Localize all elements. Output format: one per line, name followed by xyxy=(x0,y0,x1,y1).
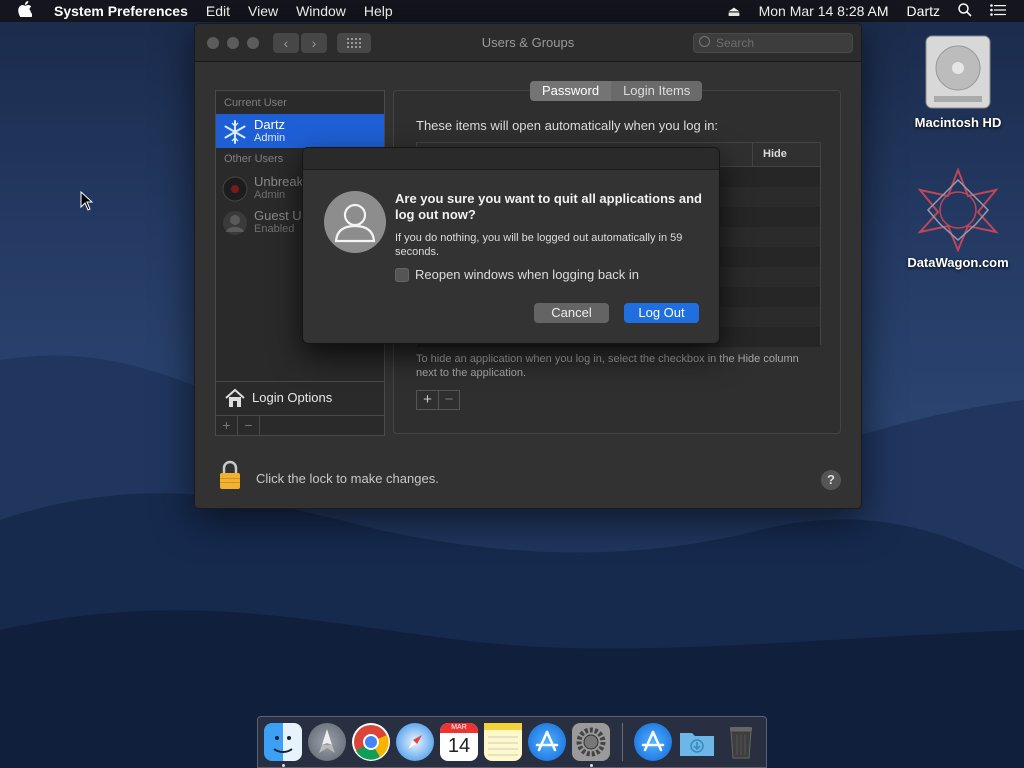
system-preferences-gear-icon[interactable] xyxy=(572,723,610,761)
tab-login-items[interactable]: Login Items xyxy=(611,81,703,101)
help-button[interactable]: ? xyxy=(821,470,841,490)
user-name: Guest U xyxy=(254,208,302,223)
desktop-icon-macintosh-hd[interactable]: Macintosh HD xyxy=(903,32,1013,130)
sidebar-bottom-bar: + − xyxy=(216,415,384,435)
checkbox-label: Reopen windows when logging back in xyxy=(415,267,640,282)
lock-message: Click the lock to make changes. xyxy=(256,471,439,486)
user-silhouette-icon xyxy=(324,191,386,253)
finder-icon[interactable] xyxy=(264,723,302,761)
menu-edit[interactable]: Edit xyxy=(206,3,230,19)
tab-bar: Password Login Items xyxy=(530,81,703,101)
login-options-label: Login Options xyxy=(252,390,333,405)
user-role: Enabled xyxy=(254,223,295,235)
star-polygon-icon xyxy=(917,167,999,253)
house-icon xyxy=(225,388,245,407)
user-name: Unbreak xyxy=(254,174,304,189)
current-user-header: Current User xyxy=(224,97,287,109)
menu-help[interactable]: Help xyxy=(364,3,393,19)
hard-drive-icon xyxy=(925,35,991,109)
dialog-question: Are you sure you want to quit all applic… xyxy=(395,191,702,222)
user-role: Admin xyxy=(254,189,286,201)
cancel-button[interactable]: Cancel xyxy=(534,303,609,323)
reopen-windows-checkbox[interactable]: Reopen windows when logging back in xyxy=(395,267,639,282)
spotlight-search-icon[interactable] xyxy=(958,2,972,20)
eject-icon[interactable]: ⏏ xyxy=(727,3,740,20)
dock-separator xyxy=(622,723,623,761)
notes-icon[interactable] xyxy=(484,723,522,761)
desktop-icon-label: DataWagon.com xyxy=(907,255,1009,270)
search-placeholder: Search xyxy=(716,36,755,50)
menu-status-area: ⏏ Mon Mar 14 8:28 AM Dartz xyxy=(727,0,1024,22)
desktop-icon-label: Macintosh HD xyxy=(914,115,1002,130)
chrome-icon[interactable] xyxy=(352,723,390,761)
app-store-icon[interactable] xyxy=(528,723,566,761)
login-options-button[interactable]: Login Options xyxy=(216,381,384,413)
hide-hint-text: To hide an application when you log in, … xyxy=(416,353,799,379)
trash-icon[interactable] xyxy=(722,723,760,761)
guest-avatar-icon xyxy=(223,211,247,235)
login-items-add-remove: + − xyxy=(416,390,460,410)
lock-icon[interactable] xyxy=(219,460,241,490)
search-icon xyxy=(699,36,710,47)
notification-center-icon[interactable] xyxy=(990,3,1006,19)
checkbox-box[interactable] xyxy=(395,267,409,282)
logout-confirmation-dialog: Are you sure you want to quit all applic… xyxy=(302,147,720,344)
launchpad-icon[interactable] xyxy=(308,723,346,761)
user-item-dartz[interactable]: Dartz Admin xyxy=(216,114,384,148)
user-role: Admin xyxy=(254,132,286,144)
column-header-hide[interactable]: Hide xyxy=(752,143,820,166)
search-input[interactable]: Search xyxy=(693,33,853,53)
dialog-titlebar xyxy=(303,148,719,170)
menu-window[interactable]: Window xyxy=(296,3,346,19)
calendar-day: 14 xyxy=(447,735,471,757)
login-items-intro: These items will open automatically when… xyxy=(416,118,719,133)
running-indicator xyxy=(590,764,593,767)
app-store-downloads-icon[interactable] xyxy=(634,723,672,761)
menu-app-name[interactable]: System Preferences xyxy=(54,3,188,19)
record-avatar-icon xyxy=(222,176,248,202)
remove-login-item-button[interactable]: − xyxy=(437,391,459,409)
other-users-header: Other Users xyxy=(224,153,284,165)
mouse-pointer-icon xyxy=(80,191,94,211)
menu-user[interactable]: Dartz xyxy=(907,3,940,19)
add-login-item-button[interactable]: + xyxy=(417,391,438,409)
calendar-icon[interactable]: MAR 14 xyxy=(440,723,478,761)
menu-view[interactable]: View xyxy=(248,3,278,19)
menu-clock[interactable]: Mon Mar 14 8:28 AM xyxy=(759,3,889,19)
apple-menu-icon[interactable] xyxy=(18,0,36,22)
window-titlebar: ‹ › Users & Groups Search xyxy=(195,24,861,62)
dock: MAR 14 xyxy=(257,716,767,768)
log-out-button[interactable]: Log Out xyxy=(624,303,699,323)
add-user-button[interactable]: + xyxy=(216,416,238,435)
user-name: Dartz xyxy=(254,117,286,132)
calendar-month: MAR xyxy=(440,723,478,733)
tab-password[interactable]: Password xyxy=(530,81,612,101)
safari-compass-icon[interactable] xyxy=(396,723,434,761)
downloads-folder-icon[interactable] xyxy=(678,723,716,761)
desktop-icon-datawagon[interactable]: DataWagon.com xyxy=(903,167,1013,270)
menu-bar: System Preferences Edit View Window Help… xyxy=(0,0,1024,22)
running-indicator xyxy=(282,764,285,767)
snowflake-avatar-icon xyxy=(224,120,246,144)
remove-user-button[interactable]: − xyxy=(238,416,260,435)
dialog-countdown-text: If you do nothing, you will be logged ou… xyxy=(395,232,683,258)
